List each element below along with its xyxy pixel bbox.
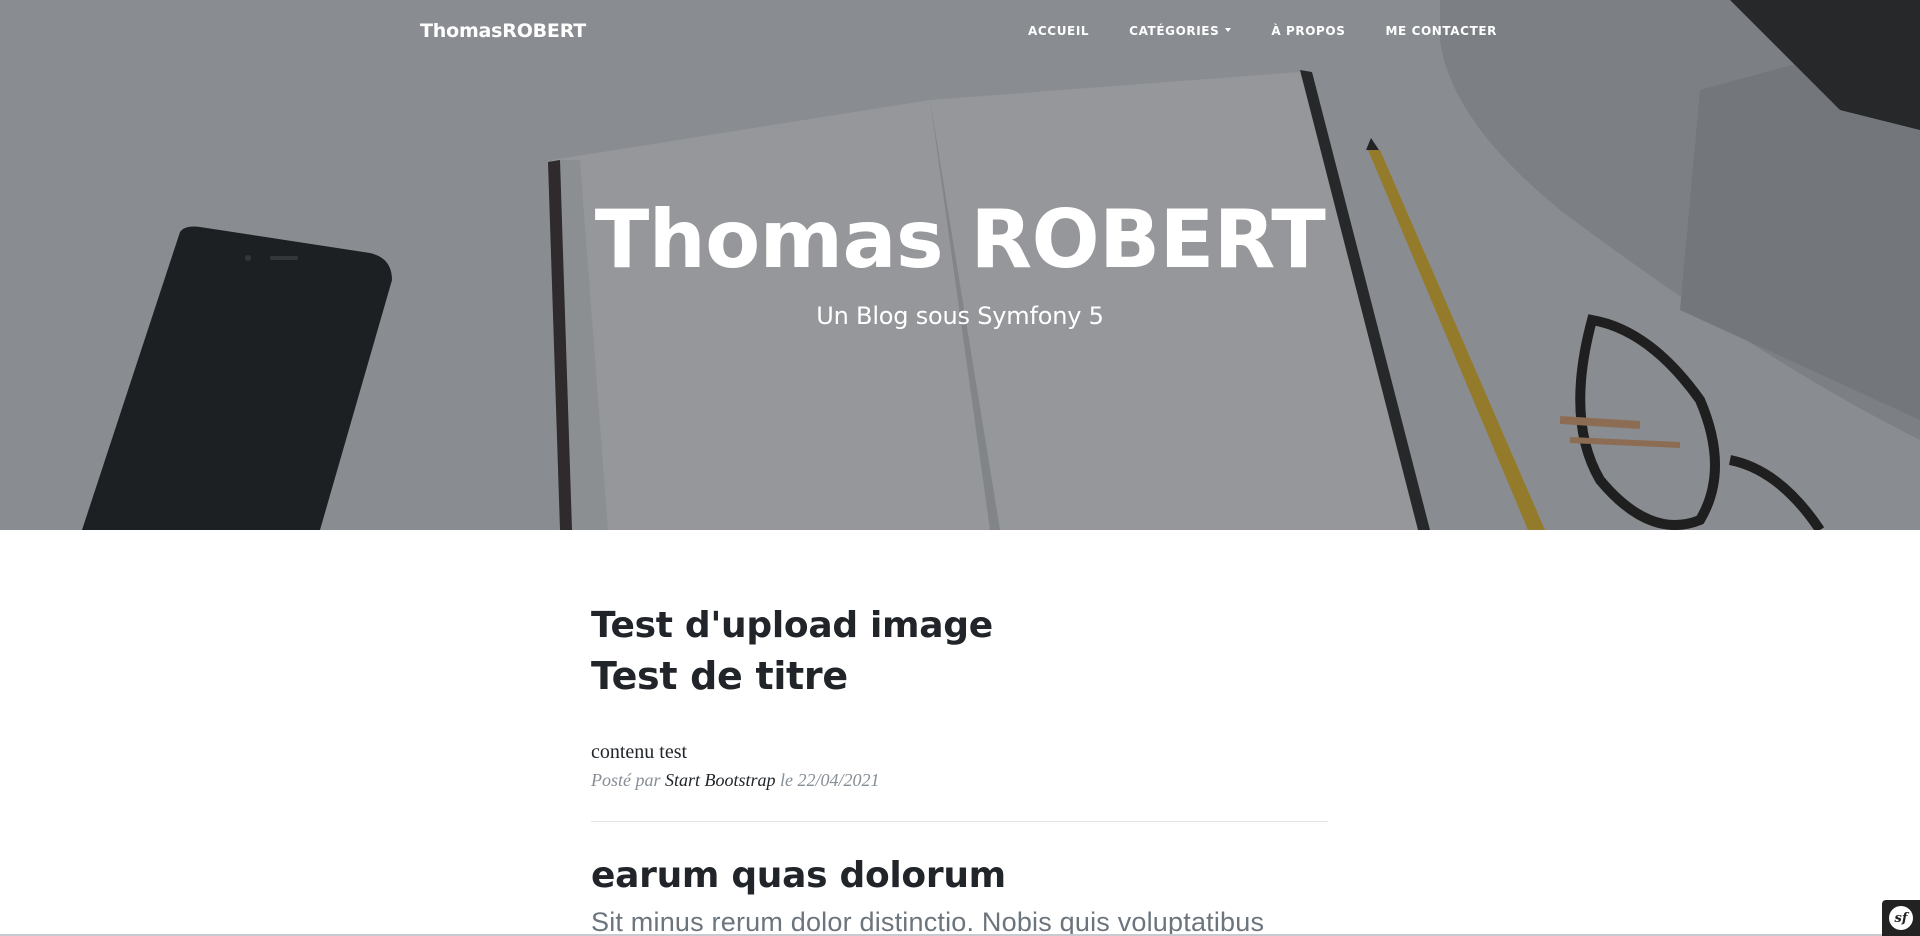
post-author-link[interactable]: Start Bootstrap	[665, 770, 776, 790]
post-title[interactable]: earum quas dolorum	[591, 854, 1328, 897]
nav-link-categories-label: Catégories	[1129, 24, 1220, 38]
post-preview[interactable]: earum quas dolorum Sit minus rerum dolor…	[591, 854, 1328, 936]
nav-links: Accueil Catégories À propos Me contacter	[1028, 24, 1497, 38]
post-meta-prefix: Posté par	[591, 769, 661, 790]
post-meta: Posté par Start Bootstrap le 22/04/2021	[591, 770, 1328, 791]
symfony-logo-icon: sf	[1889, 906, 1913, 930]
site-subtitle: Un Blog sous Symfony 5	[816, 302, 1104, 330]
brand-link[interactable]: ThomasROBERT	[420, 20, 586, 42]
site-heading: Thomas ROBERT Un Blog sous Symfony 5	[0, 193, 1920, 331]
post-divider	[591, 820, 1328, 822]
post-meta-date-prefix: le	[780, 769, 794, 790]
nav-link-me-contacter[interactable]: Me contacter	[1345, 24, 1497, 38]
main-nav: ThomasROBERT Accueil Catégories À propos…	[0, 0, 1920, 64]
nav-link-categories[interactable]: Catégories	[1089, 24, 1232, 38]
dropdown-caret-icon	[1225, 28, 1232, 32]
post-excerpt: Sit minus rerum dolor distinctio. Nobis …	[591, 906, 1265, 936]
symfony-toolbar-toggle[interactable]: sf	[1882, 900, 1920, 936]
post-title[interactable]: Test d'upload image	[591, 604, 1328, 647]
post-date: 22/04/2021	[797, 769, 880, 790]
post-excerpt: contenu test	[591, 740, 688, 763]
post-preview[interactable]: Test d'upload image Test de titre conten…	[591, 604, 1328, 791]
nav-link-a-propos[interactable]: À propos	[1231, 24, 1345, 38]
site-title: Thomas ROBERT	[594, 193, 1326, 286]
post-list: Test d'upload image Test de titre conten…	[591, 604, 1328, 936]
post-subtitle[interactable]: Test de titre	[591, 653, 1328, 701]
nav-link-accueil[interactable]: Accueil	[1028, 24, 1089, 38]
